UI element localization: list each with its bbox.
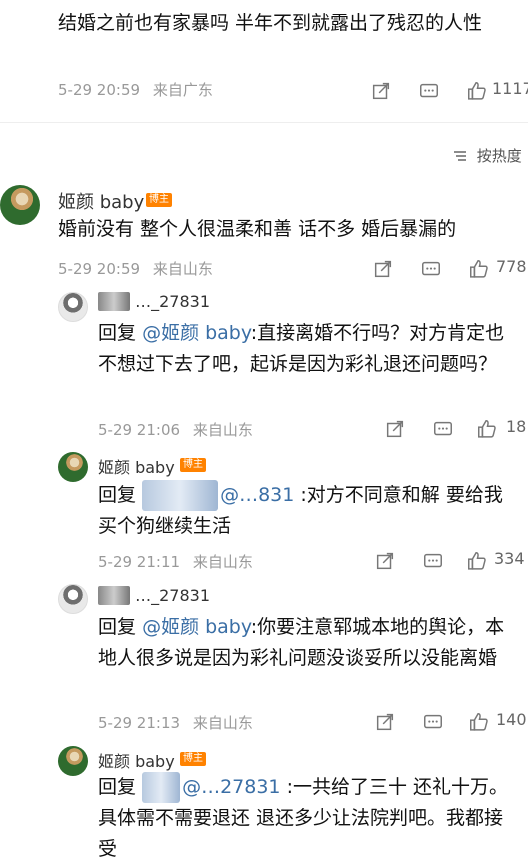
sort-by-hot[interactable]: 按热度 xyxy=(452,145,522,166)
mention-link[interactable]: @………@…831 xyxy=(142,480,300,511)
comment-icon[interactable] xyxy=(422,711,444,733)
mention-link[interactable]: @姬颜 baby xyxy=(142,322,251,344)
avatar[interactable] xyxy=(58,746,88,776)
thumbs-up-icon[interactable] xyxy=(476,418,498,440)
blurred-mention: @……… xyxy=(142,480,219,511)
reply-text: 回复 @姬颜 baby:你要注意郓城本地的舆论，本地人很多说是因为彩礼问题没谈妥… xyxy=(98,616,505,669)
blogger-badge: 博主 xyxy=(180,458,206,472)
reply-author[interactable]: …… …_27831 xyxy=(98,292,210,311)
blurred-name: …… xyxy=(98,292,130,311)
like-count: 140 xyxy=(496,710,527,729)
reply-meta: 5-29 21:06 来自山东 xyxy=(98,421,253,439)
divider xyxy=(0,122,528,123)
blogger-badge: 博主 xyxy=(146,193,172,207)
blogger-badge: 博主 xyxy=(180,752,206,766)
thumbs-up-icon[interactable] xyxy=(468,258,490,280)
blurred-name: …… xyxy=(98,586,130,605)
like-count: 18 xyxy=(506,417,527,436)
sort-label: 按热度 xyxy=(476,147,522,165)
reply-meta: 5-29 21:11 来自山东 xyxy=(98,553,253,571)
avatar[interactable] xyxy=(0,185,40,225)
like-count: 334 xyxy=(494,549,525,568)
comment-icon[interactable] xyxy=(422,550,444,572)
avatar[interactable] xyxy=(58,452,88,482)
avatar[interactable] xyxy=(58,292,88,322)
thumbs-up-icon[interactable] xyxy=(466,550,488,572)
reply-text: 回复 @…@…27831 :一共给了三十 还礼十万。具体需不需要退还 退还多少让… xyxy=(98,772,516,864)
share-icon[interactable] xyxy=(370,80,392,102)
reply-text: 回复 @………@…831 :对方不同意和解 要给我买个狗继续生活 xyxy=(98,480,516,542)
share-icon[interactable] xyxy=(372,258,394,280)
blurred-mention: @… xyxy=(142,772,181,803)
reply-author-text: …_27831 xyxy=(135,586,210,605)
sort-lines-icon xyxy=(452,149,468,163)
thumbs-up-icon[interactable] xyxy=(466,80,488,102)
reply-author[interactable]: 姬颜 baby xyxy=(98,454,175,478)
comment-text: 婚前没有 整个人很温柔和善 话不多 婚后暴漏的 xyxy=(58,218,457,240)
comment-meta: 5-29 20:59 来自山东 xyxy=(58,260,213,278)
thumbs-up-icon[interactable] xyxy=(468,711,490,733)
share-icon[interactable] xyxy=(384,418,406,440)
comment-icon[interactable] xyxy=(432,418,454,440)
top-comment-text: 结婚之前也有家暴吗 半年不到就露出了残忍的人性 xyxy=(58,12,483,34)
reply-author[interactable]: 姬颜 baby xyxy=(98,748,175,772)
top-comment-time: 5-29 20:59 来自广东 xyxy=(58,81,213,99)
share-icon[interactable] xyxy=(374,550,396,572)
mention-link[interactable]: @姬颜 baby xyxy=(142,616,251,638)
comment-icon[interactable] xyxy=(420,258,442,280)
comment-author[interactable]: 姬颜 baby xyxy=(58,188,144,214)
reply-meta: 5-29 21:13 来自山东 xyxy=(98,714,253,732)
reply-text: 回复 @姬颜 baby:直接离婚不行吗？对方肯定也不想过下去了吧，起诉是因为彩礼… xyxy=(98,322,505,375)
share-icon[interactable] xyxy=(374,711,396,733)
avatar[interactable] xyxy=(58,584,88,614)
like-count: 1117 xyxy=(492,79,528,98)
mention-link[interactable]: @…@…27831 xyxy=(142,772,287,803)
reply-author[interactable]: …… …_27831 xyxy=(98,586,210,605)
like-count: 778 xyxy=(496,257,527,276)
comment-icon[interactable] xyxy=(418,80,440,102)
reply-author-text: …_27831 xyxy=(135,292,210,311)
